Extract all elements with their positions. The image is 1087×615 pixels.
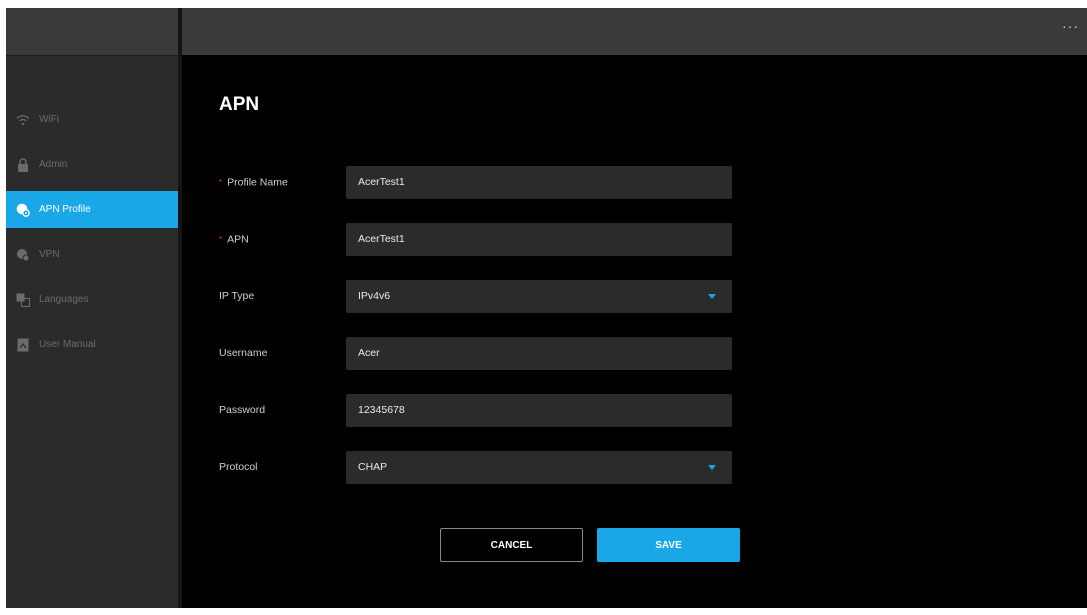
- sidebar-item-label: Languages: [39, 294, 89, 305]
- ip-type-select[interactable]: IPv4v6: [346, 280, 732, 313]
- apn-row: * APN AcerTest1: [219, 223, 739, 256]
- globe-gear-icon: [16, 203, 30, 217]
- lock-icon: [16, 157, 30, 172]
- cancel-button[interactable]: CANCEL: [440, 528, 583, 562]
- ip-type-value: IPv4v6: [358, 290, 391, 302]
- sidebar-item-user-manual[interactable]: User Manual: [6, 326, 178, 363]
- vpn-icon: [16, 248, 30, 262]
- sidebar-nav: WiFi Admin APN Profile VPN Languages Use…: [6, 101, 178, 371]
- sidebar-item-languages[interactable]: Languages: [6, 281, 178, 318]
- save-button[interactable]: SAVE: [597, 528, 740, 562]
- profile-name-label: * Profile Name: [219, 176, 288, 189]
- sidebar-header: [6, 8, 178, 56]
- username-row: Username Acer: [219, 337, 739, 370]
- sidebar-item-wifi[interactable]: WiFi: [6, 101, 178, 138]
- main-content: APN * Profile Name AcerTest1 * APN AcerTes…: [182, 55, 1087, 608]
- password-input[interactable]: 12345678: [346, 394, 732, 427]
- dropdown-arrow-icon: [708, 294, 716, 299]
- ip-type-label: IP Type: [219, 290, 255, 302]
- app-window: WiFi Admin APN Profile VPN Languages Use…: [6, 8, 1087, 608]
- password-label: Password: [219, 404, 266, 416]
- more-options-icon[interactable]: ···: [1062, 18, 1079, 34]
- sidebar-item-label: VPN: [39, 249, 60, 260]
- wifi-icon: [16, 113, 30, 127]
- protocol-label: Protocol: [219, 461, 258, 473]
- profile-name-input[interactable]: AcerTest1: [346, 166, 732, 199]
- dropdown-arrow-icon: [708, 465, 716, 470]
- sidebar-item-label: User Manual: [39, 339, 96, 350]
- top-bar: ···: [182, 8, 1087, 55]
- profile-name-row: * Profile Name AcerTest1: [219, 166, 739, 199]
- protocol-row: Protocol CHAP: [219, 451, 739, 484]
- sidebar: WiFi Admin APN Profile VPN Languages Use…: [6, 8, 182, 608]
- sidebar-item-label: APN Profile: [39, 204, 91, 215]
- required-marker: *: [219, 178, 223, 187]
- languages-icon: [16, 293, 30, 307]
- sidebar-item-vpn[interactable]: VPN: [6, 236, 178, 273]
- protocol-select[interactable]: CHAP: [346, 451, 732, 484]
- username-input[interactable]: Acer: [346, 337, 732, 370]
- page-title: APN: [219, 94, 260, 115]
- sidebar-item-admin[interactable]: Admin: [6, 146, 178, 183]
- sidebar-item-label: Admin: [39, 159, 68, 170]
- ip-type-row: IP Type IPv4v6: [219, 280, 739, 313]
- password-row: Password 12345678: [219, 394, 739, 427]
- manual-icon: [16, 338, 30, 352]
- username-label: Username: [219, 347, 268, 359]
- required-marker: *: [219, 235, 223, 244]
- apn-label: * APN: [219, 233, 249, 246]
- sidebar-item-label: WiFi: [39, 114, 59, 125]
- protocol-value: CHAP: [358, 461, 388, 473]
- apn-input[interactable]: AcerTest1: [346, 223, 732, 256]
- sidebar-item-apn-profile[interactable]: APN Profile: [6, 191, 178, 228]
